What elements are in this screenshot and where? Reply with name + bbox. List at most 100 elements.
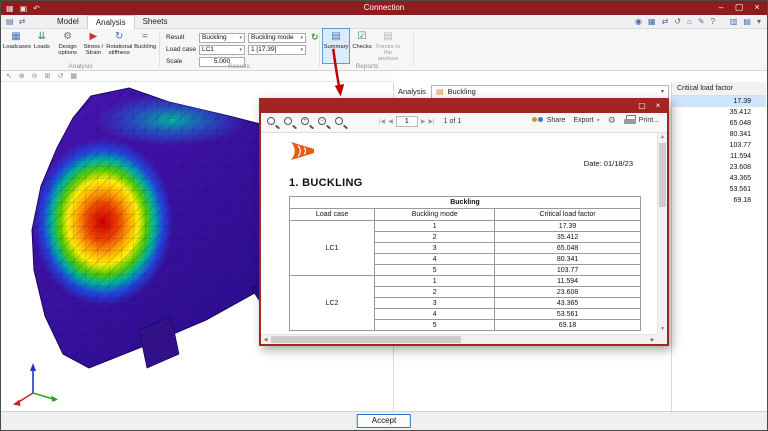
list-item[interactable]: 43.365: [672, 173, 766, 184]
scroll-left-icon[interactable]: ◀: [261, 335, 270, 344]
home-icon[interactable]: ⌂: [687, 17, 692, 26]
recalculate-icon[interactable]: ↻: [311, 32, 319, 43]
maximize-button[interactable]: ▢: [635, 100, 649, 112]
next-page-button[interactable]: ▶: [421, 118, 426, 125]
list-item[interactable]: 65.048: [672, 118, 766, 129]
panel-bottom-icon[interactable]: ▤: [743, 17, 751, 26]
tab-sheets[interactable]: Sheets: [135, 15, 176, 29]
export-label: Export: [573, 117, 594, 124]
refresh-icon[interactable]: ↺: [674, 17, 681, 26]
report-content: Date: 01/18/23 1. BUCKLING Buckling Load…: [261, 133, 667, 344]
report-page: Date: 01/18/23 1. BUCKLING Buckling Load…: [261, 133, 657, 334]
analysis-select[interactable]: ▤ Buckling ▾: [430, 84, 669, 99]
group-separator: [319, 33, 320, 66]
design-options-button[interactable]: ⚙ Design options: [55, 29, 81, 63]
rotational-stiffness-button[interactable]: ↻ Rotational stiffness: [106, 29, 132, 63]
zoom-in-icon[interactable]: +: [300, 115, 315, 130]
accept-button[interactable]: Accept: [356, 414, 412, 428]
zoom-out-icon[interactable]: −: [317, 115, 332, 130]
tab-model[interactable]: Model: [49, 15, 87, 29]
report-preview-window: ▢ × + − |◀ ◀ ▶ ▶| 1 of 1: [259, 98, 669, 346]
critical-load-factor-header: Critical load factor: [672, 82, 766, 96]
fit-view-icon[interactable]: ⊞: [45, 72, 51, 80]
scrollbar-corner: [657, 334, 667, 344]
list-item[interactable]: 103.77: [672, 140, 766, 151]
loadcases-button[interactable]: ▦ Loadcases: [3, 29, 32, 63]
target-icon[interactable]: ◉: [635, 17, 642, 26]
result-label: Result: [166, 34, 185, 41]
horizontal-scrollbar[interactable]: ◀ ▶: [261, 334, 657, 344]
loadcases-label: Loadcases: [3, 44, 32, 50]
wireframe-icon[interactable]: ▦: [70, 72, 77, 80]
loads-button[interactable]: ⇊ Loads: [29, 29, 55, 63]
result-select[interactable]: Buckling ▾: [199, 32, 245, 43]
first-page-button[interactable]: |◀: [379, 118, 385, 125]
view-toolbar: ↖ ⊕ ⊖ ⊞ ↺ ▦: [1, 71, 393, 82]
chevron-down-icon: ▾: [300, 34, 303, 41]
grid-icon[interactable]: ▤: [6, 17, 14, 26]
previous-page-button[interactable]: ◀: [388, 118, 393, 125]
checks-button[interactable]: ☑ Checks: [349, 29, 375, 63]
tab-analysis[interactable]: Analysis: [86, 15, 135, 29]
grid-view-icon[interactable]: ▦: [648, 17, 656, 26]
cell-factor: 65.048: [494, 242, 641, 254]
cell-mode: 2: [374, 286, 496, 298]
cell-factor: 17.39: [494, 220, 641, 232]
help-icon[interactable]: ?: [711, 17, 715, 26]
layout-dropdown-icon[interactable]: ▾: [757, 17, 761, 26]
maximize-button[interactable]: ▢: [730, 1, 748, 15]
dynamic-zoom-icon[interactable]: [334, 115, 349, 130]
scrollbar-thumb[interactable]: [659, 143, 666, 207]
summary-button[interactable]: ▤ Summary: [322, 28, 350, 64]
group-label-results: Results: [228, 63, 250, 70]
share-button[interactable]: Share: [531, 115, 566, 126]
load-case-select[interactable]: LC1 ▾: [199, 44, 245, 55]
scroll-up-icon[interactable]: ▲: [658, 133, 667, 142]
ribbon: ▦ Loadcases ⇊ Loads ⚙ Design options ▶ S…: [1, 28, 767, 71]
load-case-value: LC1: [202, 46, 214, 53]
list-item[interactable]: 11.594: [672, 151, 766, 162]
forces-report-icon: ▤: [383, 31, 393, 42]
checks-label: Checks: [352, 44, 372, 50]
stress-strain-button[interactable]: ▶ Stress / Strain: [81, 29, 107, 63]
last-page-button[interactable]: ▶|: [428, 118, 434, 125]
close-button[interactable]: ×: [748, 1, 766, 15]
pan-zoom-icon[interactable]: [266, 115, 281, 130]
gear-icon[interactable]: ⚙: [608, 115, 616, 126]
edit-icon[interactable]: ✎: [698, 17, 705, 26]
zoom-in-icon[interactable]: ⊕: [19, 72, 25, 80]
list-item[interactable]: 69.18: [672, 195, 766, 206]
share-label: Share: [546, 117, 566, 124]
export-button[interactable]: Export ▾: [573, 117, 599, 124]
mode-number-select[interactable]: 1 [17.39] ▾: [248, 44, 306, 55]
list-item[interactable]: 23.608: [672, 162, 766, 173]
loads-label: Loads: [33, 44, 50, 50]
rotate-view-icon[interactable]: ↺: [58, 72, 64, 80]
scroll-right-icon[interactable]: ▶: [648, 335, 657, 344]
result-mode-select[interactable]: Buckling mode ▾: [248, 32, 306, 43]
close-button[interactable]: ×: [651, 100, 665, 112]
list-item[interactable]: 17.39: [672, 96, 766, 107]
cell-factor: 11.594: [494, 275, 641, 287]
swap-icon[interactable]: ⇄: [19, 17, 26, 26]
cell-mode: 5: [374, 264, 496, 276]
page-number-input[interactable]: [395, 116, 418, 127]
print-button[interactable]: Print...: [623, 115, 659, 126]
minimize-button[interactable]: –: [712, 1, 730, 15]
fit-page-icon[interactable]: [283, 115, 298, 130]
compare-icon[interactable]: ⇄: [662, 17, 669, 26]
stress-strain-icon: ▶: [89, 31, 98, 42]
list-item[interactable]: 35.412: [672, 107, 766, 118]
buckling-button[interactable]: ≈ Buckling: [132, 29, 158, 63]
cell-mode: 4: [374, 253, 496, 265]
scroll-down-icon[interactable]: ▼: [658, 325, 667, 334]
scrollbar-thumb[interactable]: [271, 336, 461, 343]
select-icon[interactable]: ↖: [6, 72, 12, 80]
panel-left-icon[interactable]: ▥: [730, 17, 738, 26]
vertical-scrollbar[interactable]: ▲ ▼: [657, 133, 667, 334]
list-item[interactable]: 53.561: [672, 184, 766, 195]
list-item[interactable]: 80.341: [672, 129, 766, 140]
zoom-out-icon[interactable]: ⊖: [32, 72, 38, 80]
report-toolbar: + − |◀ ◀ ▶ ▶| 1 of 1 Share Export ▾: [261, 113, 667, 133]
buckling-icon: ≈: [142, 31, 148, 42]
